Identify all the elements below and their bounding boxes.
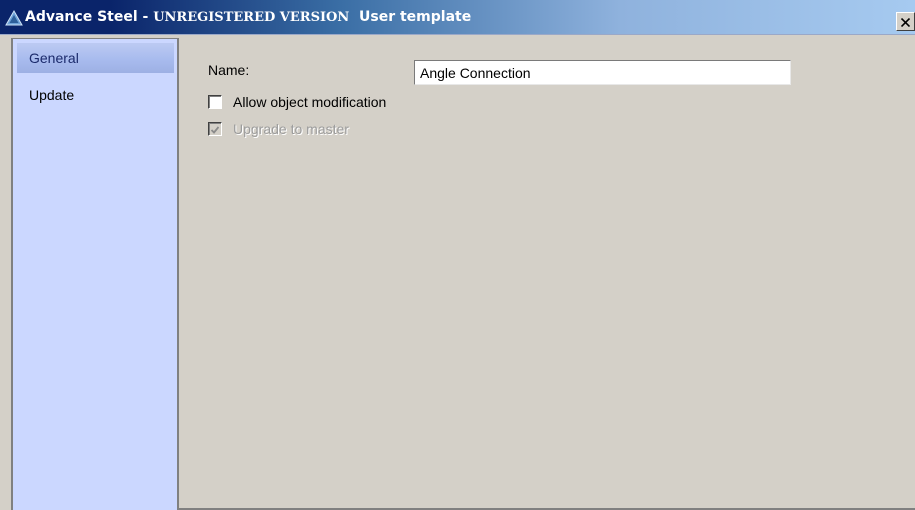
name-label: Name: [208, 62, 250, 78]
upgrade-to-master-checkbox [208, 122, 222, 136]
allow-object-modification-checkbox[interactable] [208, 95, 222, 109]
close-button[interactable] [896, 12, 915, 31]
title-registration: UNREGISTERED VERSION [153, 10, 350, 25]
sidebar: General Update [11, 38, 179, 510]
advance-steel-icon [5, 9, 23, 26]
window-title: Advance Steel - UNREGISTERED VERSION Use… [25, 9, 471, 25]
title-app-name: Advance Steel - [25, 9, 154, 25]
sidebar-item-label: Update [29, 87, 75, 103]
title-dialog-name: User template [359, 9, 472, 25]
allow-object-modification-label[interactable]: Allow object modification [233, 94, 386, 110]
upgrade-to-master-label: Upgrade to master [233, 121, 349, 137]
user-template-dialog: Advance Steel - UNREGISTERED VERSION Use… [0, 0, 915, 510]
close-icon [900, 13, 911, 30]
name-input[interactable] [414, 60, 791, 85]
checkmark-icon [210, 120, 220, 139]
sidebar-item-update[interactable]: Update [17, 80, 174, 110]
sidebar-item-general[interactable]: General [17, 43, 174, 73]
title-bar[interactable]: Advance Steel - UNREGISTERED VERSION Use… [0, 0, 915, 35]
sidebar-item-label: General [29, 50, 79, 66]
